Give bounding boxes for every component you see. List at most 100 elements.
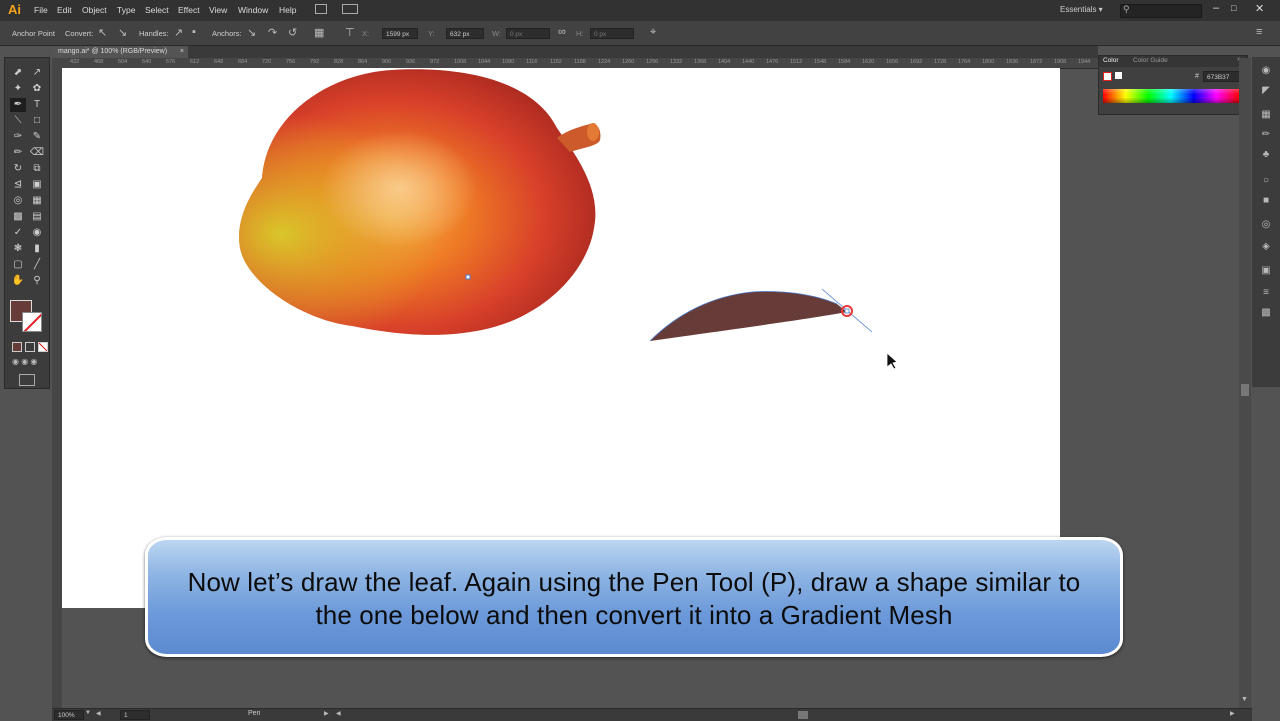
menu-window[interactable]: Window <box>238 5 268 15</box>
menu-file[interactable]: File <box>34 5 48 15</box>
screen-mode-icon[interactable] <box>19 374 35 386</box>
tab-color[interactable]: Color <box>1103 57 1119 64</box>
align-icon[interactable]: ⊤ <box>345 26 355 39</box>
type-icon[interactable]: T <box>29 98 45 112</box>
show-handles-icon[interactable]: ↗ <box>174 26 183 39</box>
rectangle-icon[interactable]: □ <box>29 114 45 128</box>
color-guide-icon[interactable]: ◤ <box>1260 85 1272 96</box>
rotate-icon[interactable]: ↻ <box>10 162 26 176</box>
slice-icon[interactable]: ╱ <box>29 258 45 272</box>
artboard-icon[interactable]: ▢ <box>10 258 26 272</box>
menu-view[interactable]: View <box>209 5 227 15</box>
maximize-icon[interactable]: □ <box>1231 3 1236 13</box>
hex-field[interactable]: 673B37 <box>1203 71 1241 82</box>
artboard[interactable] <box>62 68 1060 608</box>
w-field[interactable]: 0 px <box>506 28 550 39</box>
hide-handles-icon[interactable]: ▪ <box>192 26 196 38</box>
align-panel-icon[interactable]: ≡ <box>1260 287 1272 298</box>
menu-edit[interactable]: Edit <box>57 5 72 15</box>
color-spectrum[interactable] <box>1103 89 1239 103</box>
arrange-documents-icon[interactable] <box>342 4 358 14</box>
eyedropper-icon[interactable]: ✓ <box>10 226 26 240</box>
transform-icon[interactable]: ⌖ <box>650 26 656 39</box>
symbols-icon[interactable]: ♣ <box>1260 149 1272 160</box>
menu-type[interactable]: Type <box>117 5 135 15</box>
search-input[interactable]: ⚲ <box>1120 4 1202 18</box>
stroke-swatch[interactable] <box>22 312 42 332</box>
paintbrush-icon[interactable]: ✑ <box>10 130 26 144</box>
blob-brush-icon[interactable]: ✏ <box>10 146 26 160</box>
zoom-dropdown-icon[interactable]: ▼ <box>85 710 91 716</box>
y-field[interactable]: 632 px <box>446 28 484 39</box>
vertical-scroll-thumb[interactable] <box>1241 384 1249 396</box>
line-icon[interactable]: ⟍ <box>10 114 26 128</box>
color-mode-icon[interactable] <box>12 342 22 352</box>
brushes-icon[interactable]: ✏ <box>1260 129 1272 140</box>
vertical-scrollbar[interactable]: ▼ <box>1239 58 1251 708</box>
scroll-down-icon[interactable]: ▼ <box>1241 696 1248 703</box>
workspace-switcher[interactable]: Essentials ▾ <box>1060 5 1103 14</box>
document-tab[interactable]: mango.ai* @ 100% (RGB/Preview) × <box>52 46 188 58</box>
minimize-icon[interactable]: – <box>1213 2 1219 14</box>
convert-corner-icon[interactable]: ↖ <box>98 26 107 39</box>
vertical-ruler[interactable] <box>52 58 62 708</box>
mesh-icon[interactable]: ▩ <box>10 210 26 224</box>
graph-icon[interactable]: ▮ <box>29 242 45 256</box>
stroke-icon[interactable]: ○ <box>1260 175 1272 186</box>
menu-object[interactable]: Object <box>82 5 107 15</box>
shape-builder-icon[interactable]: ◎ <box>10 194 26 208</box>
selection-icon[interactable]: ⬈ <box>10 66 26 80</box>
gradient-icon[interactable]: ■ <box>1260 195 1272 206</box>
appearance-icon[interactable]: ◎ <box>1260 219 1272 230</box>
color-panel-icon[interactable]: ◉ <box>1260 65 1272 76</box>
cut-path-icon[interactable]: ↺ <box>288 26 297 39</box>
isolate-icon[interactable]: ▦ <box>314 26 324 39</box>
close-tab-icon[interactable]: × <box>180 46 184 58</box>
tab-color-guide[interactable]: Color Guide <box>1133 57 1168 64</box>
none-mode-icon[interactable] <box>38 342 48 352</box>
status-menu-icon[interactable]: ▶ <box>324 710 329 717</box>
convert-smooth-icon[interactable]: ↘ <box>118 26 127 39</box>
blend-icon[interactable]: ◉ <box>29 226 45 240</box>
leaf-shape <box>650 291 847 341</box>
swatches-icon[interactable]: ▦ <box>1260 109 1272 120</box>
menu-help[interactable]: Help <box>279 5 296 15</box>
gradient-mode-icon[interactable] <box>25 342 35 352</box>
symbol-sprayer-icon[interactable]: ❃ <box>10 242 26 256</box>
connect-anchor-icon[interactable]: ↷ <box>268 26 277 39</box>
menu-effect[interactable]: Effect <box>178 5 200 15</box>
magic-wand-icon[interactable]: ✦ <box>10 82 26 96</box>
hand-icon[interactable]: ✋ <box>10 274 26 288</box>
drawing-modes-icon[interactable]: ◉ ◉ ◉ <box>12 357 46 366</box>
bridge-icon[interactable] <box>315 4 327 14</box>
close-icon[interactable]: ✕ <box>1255 2 1264 15</box>
horizontal-scroll-thumb[interactable] <box>798 711 808 719</box>
perspective-icon[interactable]: ▦ <box>29 194 45 208</box>
pencil-icon[interactable]: ✎ <box>29 130 45 144</box>
eraser-icon[interactable]: ⌫ <box>29 146 45 160</box>
panel-menu-icon[interactable]: ≡ <box>1256 26 1262 38</box>
scale-icon[interactable]: ⧉ <box>29 162 45 176</box>
layers-icon[interactable]: ◈ <box>1260 241 1272 252</box>
width-icon[interactable]: ⊴ <box>10 178 26 192</box>
menu-select[interactable]: Select <box>145 5 169 15</box>
h-field[interactable]: 0 px <box>590 28 634 39</box>
zoom-field[interactable]: 100% <box>54 710 84 720</box>
scroll-right-icon[interactable]: ▶ <box>1230 710 1235 717</box>
constrain-link-icon[interactable]: ∞ <box>558 26 566 38</box>
x-field[interactable]: 1599 px <box>382 28 418 39</box>
artboard-number-field[interactable]: 1 <box>120 710 150 720</box>
artboards-icon[interactable]: ▣ <box>1260 265 1272 276</box>
white-swatch[interactable] <box>1115 72 1122 79</box>
lasso-icon[interactable]: ✿ <box>29 82 45 96</box>
prev-artboard-icon[interactable]: ◀ <box>96 710 101 717</box>
free-transform-icon[interactable]: ▣ <box>29 178 45 192</box>
pen-icon[interactable]: ✒ <box>10 98 26 112</box>
zoom-icon[interactable]: ⚲ <box>29 274 45 288</box>
direct-selection-icon[interactable]: ↗ <box>29 66 45 80</box>
remove-anchor-icon[interactable]: ↘ <box>247 26 256 39</box>
scroll-left-icon[interactable]: ◀ <box>336 710 341 717</box>
transparency-icon[interactable]: ▩ <box>1260 307 1272 318</box>
gradient-icon[interactable]: ▤ <box>29 210 45 224</box>
none-swatch[interactable] <box>1103 72 1112 81</box>
